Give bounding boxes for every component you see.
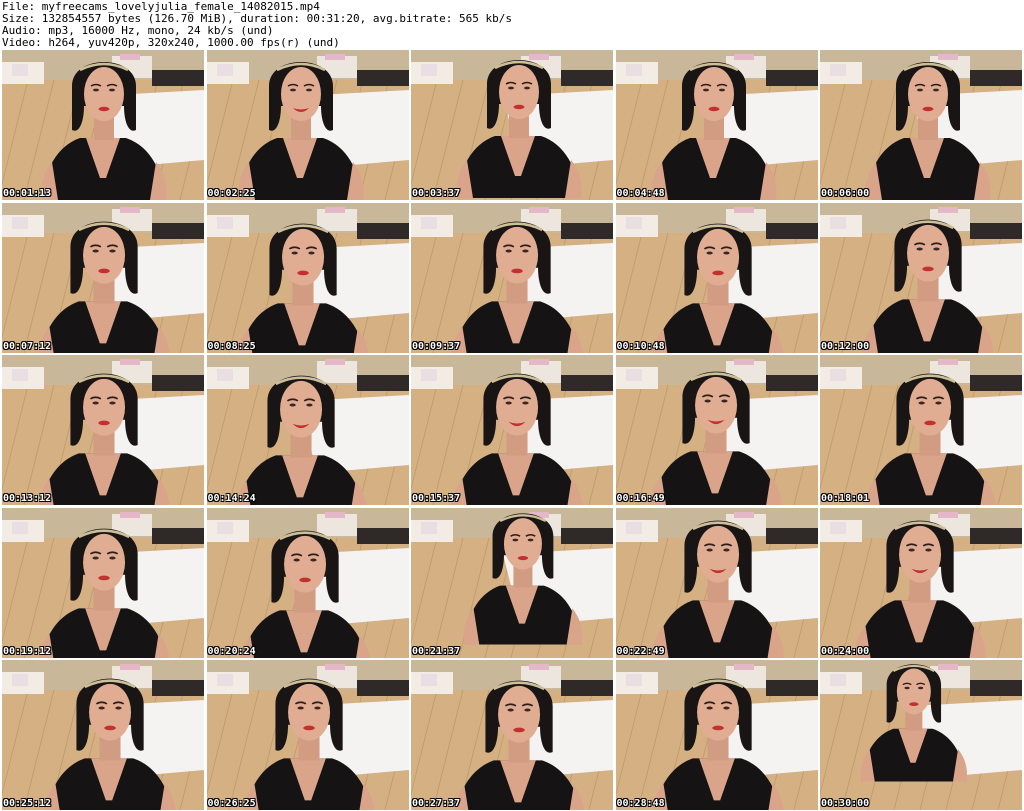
thumbnail-frame-image: [411, 50, 613, 200]
thumbnail-frame-image: [820, 202, 1022, 353]
thumbnail-timestamp: 00:28:48: [616, 798, 665, 809]
thumbnail-timestamp: 00:08:25: [207, 340, 256, 352]
thumbnail-timestamp: 00:20:24: [207, 645, 256, 657]
video-thumbnail: 00:21:37: [411, 507, 613, 658]
video-thumbnail: 00:15:37: [411, 355, 613, 505]
thumbnail-timestamp: 00:15:37: [412, 493, 461, 504]
video-thumbnail: 00:08:25: [206, 202, 409, 353]
thumbnail-frame-image: [2, 355, 204, 505]
thumbnail-timestamp: 00:04:48: [616, 188, 665, 199]
thumbnail-frame-image: [820, 355, 1022, 505]
video-thumbnail: 00:02:25: [206, 50, 409, 200]
thumbnail-timestamp: 00:18:01: [821, 493, 870, 504]
video-thumbnail: 00:14:24: [206, 355, 409, 505]
video-thumbnail: 00:30:00: [820, 660, 1022, 810]
video-thumbnail: 00:09:37: [411, 202, 613, 353]
thumbnail-frame-image: [820, 660, 1022, 810]
video-thumbnail: 00:01:13: [2, 50, 204, 200]
video-thumbnail: 00:18:01: [820, 355, 1022, 505]
thumbnail-timestamp: 00:21:37: [412, 645, 461, 657]
video-thumbnail: 00:26:25: [206, 660, 409, 810]
thumbnail-frame-image: [206, 507, 409, 658]
thumbnail-frame-image: [820, 50, 1022, 200]
video-thumbnail: 00:13:12: [2, 355, 204, 505]
thumbnail-frame-image: [206, 202, 409, 353]
thumbnail-frame-image: [411, 660, 613, 810]
thumbnail-timestamp: 00:02:25: [207, 188, 256, 199]
video-thumbnail: 00:28:48: [615, 660, 818, 810]
thumbnail-frame-image: [820, 507, 1022, 658]
thumbnail-frame-image: [615, 507, 818, 658]
thumbnail-timestamp: 00:27:37: [412, 798, 461, 809]
thumbnail-timestamp: 00:12:00: [821, 340, 870, 352]
thumbnail-frame-image: [2, 202, 204, 353]
video-thumbnail: 00:22:49: [615, 507, 818, 658]
video-info-line: Video: h264, yuv420p, 320x240, 1000.00 f…: [2, 36, 340, 49]
thumbnail-timestamp: 00:14:24: [207, 493, 256, 504]
thumbnail-frame-image: [615, 660, 818, 810]
thumbnail-timestamp: 00:22:49: [616, 645, 665, 657]
video-thumbnail: 00:10:48: [615, 202, 818, 353]
thumbnail-frame-image: [411, 202, 613, 353]
video-thumbnail: 00:12:00: [820, 202, 1022, 353]
thumbnail-timestamp: 00:06:00: [821, 188, 870, 199]
thumbnail-frame-image: [411, 507, 613, 658]
thumbnail-frame-image: [2, 50, 204, 200]
file-info-header: File: myfreecams_lovelyjulia_female_1408…: [0, 0, 1024, 50]
video-thumbnail: 00:06:00: [820, 50, 1022, 200]
thumbnail-timestamp: 00:13:12: [3, 493, 52, 504]
thumbnail-frame-image: [411, 355, 613, 505]
thumbnail-timestamp: 00:24:00: [821, 645, 870, 657]
thumbnail-frame-image: [2, 660, 204, 810]
thumbnail-frame-image: [615, 202, 818, 353]
thumbnail-timestamp: 00:30:00: [821, 798, 870, 809]
thumbnail-timestamp: 00:09:37: [412, 340, 461, 352]
thumbnail-frame-image: [2, 507, 204, 658]
thumbnail-frame-image: [206, 50, 409, 200]
video-thumbnail: 00:24:00: [820, 507, 1022, 658]
video-thumbnail: 00:20:24: [206, 507, 409, 658]
thumbnail-timestamp: 00:03:37: [412, 188, 461, 199]
thumbnail-frame-image: [206, 660, 409, 810]
thumbnail-timestamp: 00:16:49: [616, 493, 665, 504]
video-thumbnail: 00:19:12: [2, 507, 204, 658]
thumbnail-timestamp: 00:10:48: [616, 340, 665, 352]
thumbnail-timestamp: 00:26:25: [207, 798, 256, 809]
video-thumbnail: 00:25:12: [2, 660, 204, 810]
thumbnail-grid: 00:01:13 00:02:25 00:03:37 00:04:48 00:0…: [2, 50, 1022, 810]
video-thumbnail: 00:03:37: [411, 50, 613, 200]
thumbnail-timestamp: 00:25:12: [3, 798, 52, 809]
thumbnail-timestamp: 00:01:13: [3, 188, 52, 199]
thumbnail-frame-image: [615, 50, 818, 200]
video-thumbnail: 00:04:48: [615, 50, 818, 200]
thumbnail-frame-image: [615, 355, 818, 505]
video-thumbnail: 00:16:49: [615, 355, 818, 505]
thumbnail-timestamp: 00:19:12: [3, 645, 52, 657]
thumbnail-timestamp: 00:07:12: [3, 340, 52, 352]
thumbnail-frame-image: [206, 355, 409, 505]
video-thumbnail: 00:27:37: [411, 660, 613, 810]
video-thumbnail: 00:07:12: [2, 202, 204, 353]
